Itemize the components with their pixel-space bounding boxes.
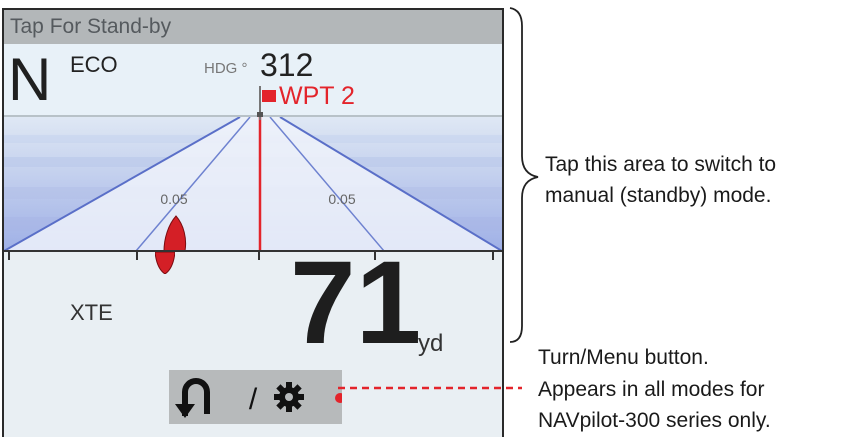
autopilot-screen: Tap For Stand-by N ECO HDG ° 312 WPT 2 0…: [2, 8, 504, 437]
button-note-line1: Turn/Menu button.: [538, 346, 709, 369]
xte-unit: yd: [418, 330, 444, 357]
standby-label: Tap For Stand-by: [10, 15, 172, 38]
scale-label-left: 0.05: [160, 191, 187, 207]
mode-letter: N: [8, 46, 52, 113]
heading-value: 312: [260, 47, 314, 83]
standby-bar[interactable]: Tap For Stand-by: [4, 10, 502, 44]
xte-scale: [4, 250, 502, 252]
standby-note-line2: manual (standby) mode.: [545, 184, 772, 207]
waypoint-name: WPT 2: [279, 82, 355, 110]
u-turn-icon: [175, 378, 210, 418]
gear-icon: [274, 382, 304, 412]
turn-menu-separator: /: [249, 383, 258, 416]
xte-label: XTE: [70, 300, 113, 325]
standby-note-line1: Tap this area to switch to: [545, 153, 777, 176]
button-note-line2: Appears in all modes for: [538, 378, 765, 401]
boat-stern-icon: [155, 252, 175, 274]
scale-tick: [8, 250, 10, 260]
annotation-leader: [338, 386, 522, 390]
highway-display[interactable]: 0.05 0.05: [4, 117, 502, 251]
scale-label-right: 0.05: [328, 191, 355, 207]
scale-tick: [492, 250, 494, 260]
turn-menu-button[interactable]: /: [169, 370, 342, 424]
waypoint-label: WPT 2: [262, 82, 355, 111]
heading-label: HDG °: [204, 60, 248, 77]
annotation-dot: [335, 393, 342, 403]
xte-value: 71: [290, 237, 422, 369]
turn-menu-glyphs: /: [175, 378, 342, 418]
button-note-line3: NAVpilot-300 series only.: [538, 409, 771, 432]
scale-tick: [258, 250, 260, 260]
annotation-bracket: [509, 7, 539, 343]
waypoint-marker: [257, 86, 263, 120]
mode-submode: ECO: [70, 52, 118, 77]
scale-tick: [136, 250, 138, 260]
